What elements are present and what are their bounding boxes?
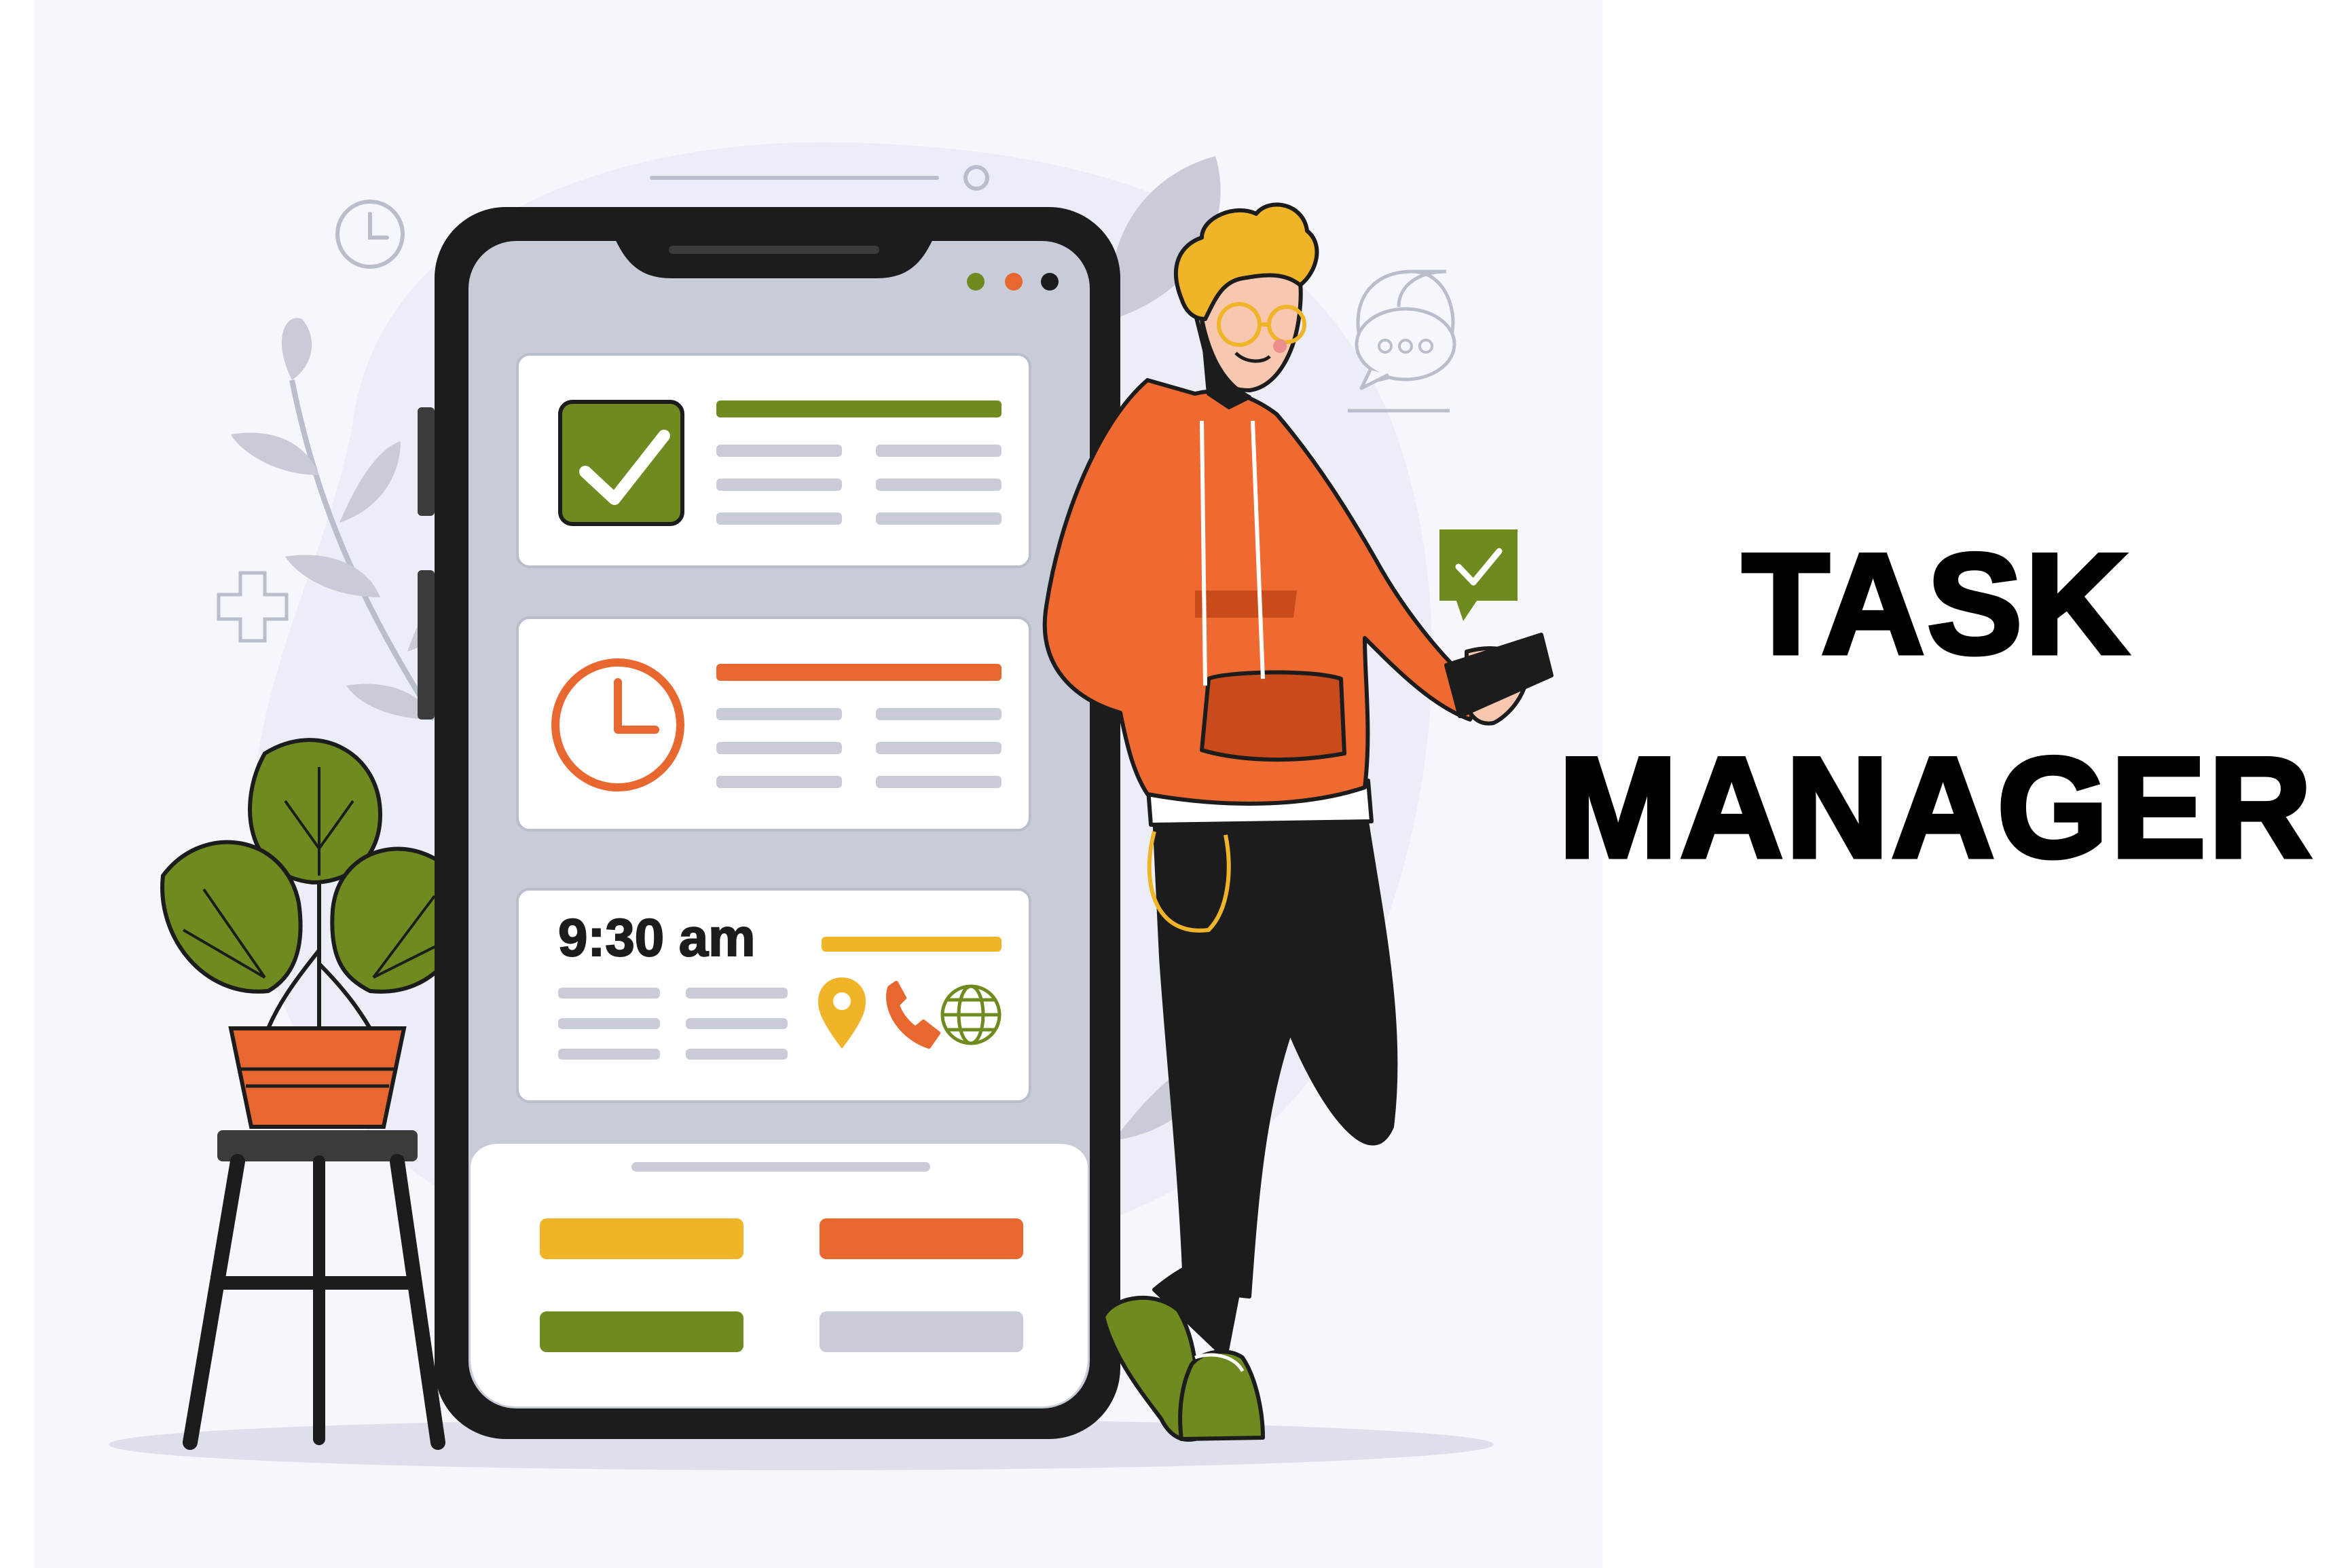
title-block: TASK MANAGER — [1521, 502, 2352, 910]
bottom-sheet — [471, 1144, 1088, 1406]
plant-pot — [228, 1026, 407, 1129]
title-line-1: TASK — [1740, 522, 2131, 686]
status-dot-olive — [967, 273, 985, 291]
status-dot-dark — [1041, 273, 1059, 291]
title-line-2: MANAGER — [1556, 726, 2315, 890]
bottom-bar-olive — [540, 1311, 743, 1352]
task-card-3: 9:30 am — [516, 888, 1031, 1103]
stage: 9:30 am TASK MANAGER — [0, 0, 2352, 1568]
checkbox-checked-icon — [558, 400, 684, 526]
bottom-bar-orange — [820, 1218, 1023, 1259]
bottom-bar-grey — [820, 1311, 1023, 1352]
task-card-2 — [516, 616, 1031, 832]
status-dot-orange — [1005, 273, 1023, 291]
card-time: 9:30 am — [558, 908, 756, 967]
bottom-bar-yellow — [540, 1218, 743, 1259]
task-card-1 — [516, 353, 1031, 568]
